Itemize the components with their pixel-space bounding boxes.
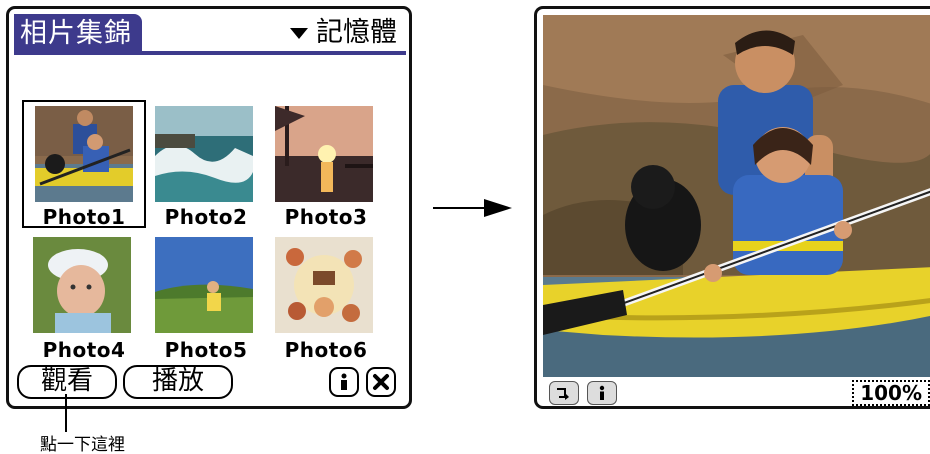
view-button[interactable]: 觀看 [17,365,117,399]
info-button[interactable] [329,367,359,397]
photo-info-button[interactable] [587,381,617,405]
app-title: 相片集錦 [14,14,142,54]
close-button[interactable] [366,367,396,397]
photo-viewer-screen: 100% [534,6,930,409]
full-photo [543,15,930,377]
callout-pointer [65,394,67,432]
photo-thumbnail-1 [35,106,133,202]
info-icon [599,385,605,400]
transition-arrow-icon [484,199,512,217]
photo-thumbnail-4 [33,237,131,333]
photo-thumbnail-5 [155,237,253,333]
transition-arrow-line [433,207,485,209]
category-picker[interactable]: 記憶體 [290,14,397,52]
photo-caption-3: Photo3 [284,205,368,229]
photo-album-screen: 相片集錦 記憶體 Photo1 Photo2 Photo3 Photo4 Pho… [6,6,412,409]
photo-thumbnail-2 [155,106,253,202]
photo-caption-6: Photo6 [284,338,368,362]
photo-caption-5: Photo5 [164,338,248,362]
photo-thumbnail-3 [275,106,373,202]
photo-thumbnail-6 [275,237,373,333]
rotate-icon [557,388,569,400]
photo-caption-2: Photo2 [164,205,248,229]
rotate-button[interactable] [549,381,579,405]
photo-caption-4: Photo4 [42,338,126,362]
info-icon [341,373,347,390]
play-button[interactable]: 播放 [123,365,233,399]
callout-label: 點一下這裡 [40,435,125,454]
close-icon [373,374,389,390]
category-label: 記憶體 [316,17,397,48]
zoom-level[interactable]: 100% [852,380,930,406]
dropdown-triangle-icon [290,27,308,39]
photo-caption-1: Photo1 [42,205,126,229]
